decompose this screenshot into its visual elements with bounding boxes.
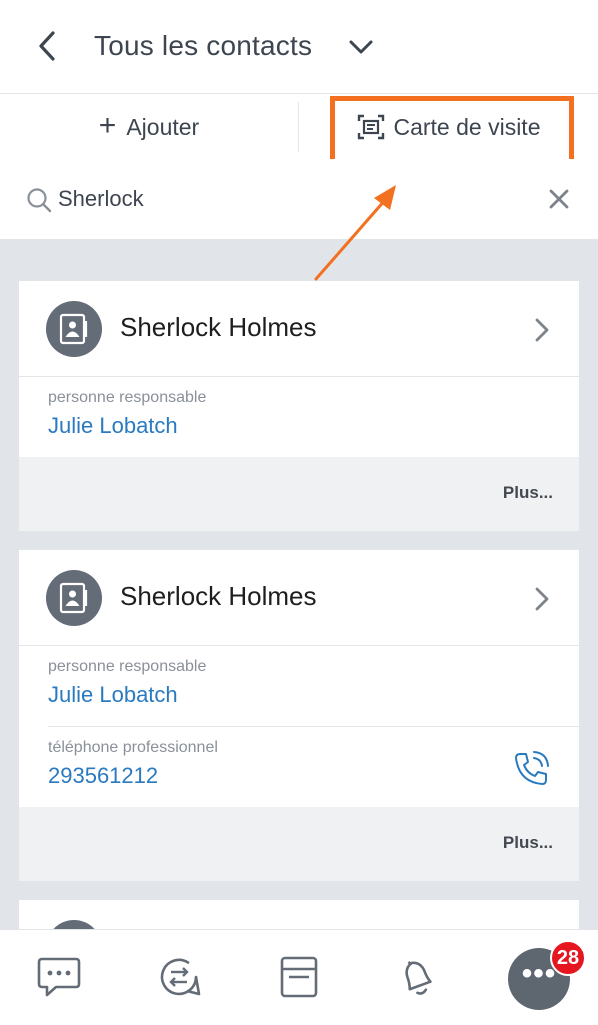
- notifications-icon[interactable]: [392, 952, 442, 1002]
- contact-name: Sherlock Holmes: [120, 312, 317, 342]
- phone-call-icon[interactable]: [511, 749, 551, 794]
- notification-badge: 28: [550, 940, 586, 976]
- business-card-label: Carte de visite: [393, 113, 541, 140]
- search-bar: [0, 159, 598, 239]
- chevron-right-icon: [535, 587, 549, 611]
- add-contact-button[interactable]: + Ajouter: [0, 94, 298, 160]
- card-footer: Plus...: [19, 807, 579, 881]
- chat-icon[interactable]: [34, 952, 84, 1002]
- tasks-icon[interactable]: [274, 952, 324, 1002]
- bottom-navigation: ••• 28: [0, 929, 598, 1025]
- contact-card: Sherlock Holmes personne responsable Jul…: [19, 550, 579, 881]
- field-label: personne responsable: [48, 389, 207, 406]
- address-book-icon: [59, 313, 88, 345]
- contact-card[interactable]: [19, 900, 579, 929]
- header: Tous les contacts: [0, 0, 598, 93]
- work-phone-link[interactable]: 293561212: [48, 763, 158, 789]
- clear-search-icon[interactable]: [546, 186, 572, 217]
- contact-avatar: [46, 570, 102, 626]
- activity-stream-icon[interactable]: [154, 952, 204, 1002]
- more-link[interactable]: Plus...: [503, 483, 553, 503]
- responsible-person-field: personne responsable Julie Lobatch: [48, 377, 579, 457]
- contact-name: Sherlock Holmes: [120, 581, 317, 611]
- add-contact-label: Ajouter: [126, 113, 200, 140]
- contact-list[interactable]: Sherlock Holmes personne responsable Jul…: [0, 239, 598, 929]
- divider: [298, 102, 299, 152]
- contact-avatar: [46, 920, 102, 929]
- address-book-icon: [59, 582, 88, 614]
- business-card-button[interactable]: Carte de visite: [300, 94, 598, 160]
- responsible-person-field: personne responsable Julie Lobatch: [48, 646, 579, 727]
- page-title[interactable]: Tous les contacts: [94, 30, 312, 62]
- scan-card-icon: [358, 114, 385, 140]
- action-row: + Ajouter Carte de visite: [0, 93, 598, 161]
- back-arrow-icon[interactable]: [30, 28, 66, 64]
- field-label: téléphone professionnel: [48, 739, 218, 756]
- chevron-right-icon: [535, 318, 549, 342]
- work-phone-field: téléphone professionnel 293561212: [48, 727, 579, 807]
- chevron-down-icon[interactable]: [346, 32, 376, 62]
- responsible-person-link[interactable]: Julie Lobatch: [48, 682, 178, 708]
- contact-avatar: [46, 301, 102, 357]
- search-input[interactable]: [58, 181, 518, 217]
- card-footer: Plus...: [19, 457, 579, 531]
- contact-card-header[interactable]: Sherlock Holmes: [19, 281, 579, 377]
- responsible-person-link[interactable]: Julie Lobatch: [48, 413, 178, 439]
- more-link[interactable]: Plus...: [503, 833, 553, 853]
- search-icon: [27, 188, 52, 213]
- contact-card: Sherlock Holmes personne responsable Jul…: [19, 281, 579, 531]
- contact-card-header[interactable]: Sherlock Holmes: [19, 550, 579, 646]
- field-label: personne responsable: [48, 658, 207, 675]
- plus-icon: +: [98, 108, 117, 142]
